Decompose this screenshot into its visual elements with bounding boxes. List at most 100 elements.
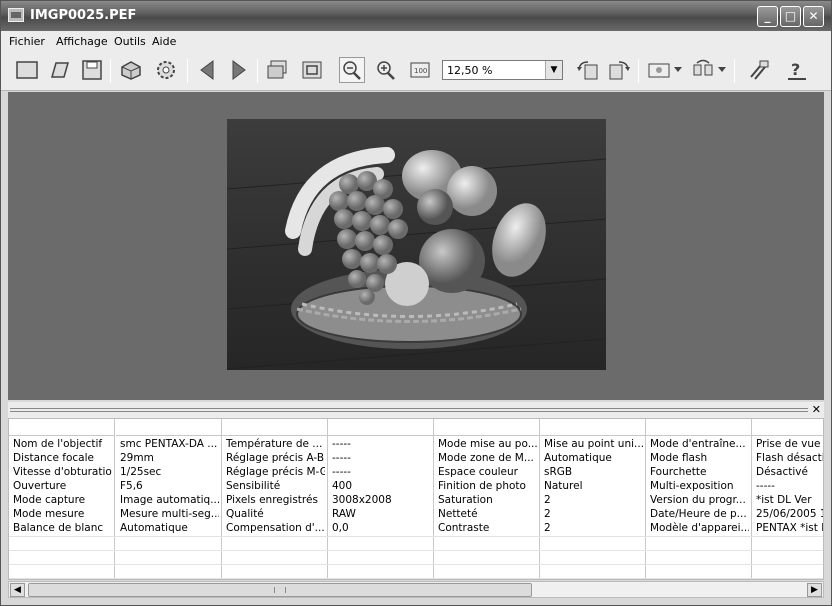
open-folder-icon[interactable] (14, 57, 40, 83)
info-label: Netteté (438, 508, 478, 520)
scroll-right-icon[interactable]: ▶ (807, 583, 822, 597)
convert-icon[interactable] (118, 57, 144, 83)
info-label: Réglage précis A-B (226, 452, 325, 464)
info-value: Prise de vue u (756, 438, 824, 450)
display-mode-icon[interactable] (646, 57, 672, 83)
next-arrow-icon[interactable] (226, 57, 252, 83)
info-label: Mode mesure (13, 508, 85, 520)
info-value: PENTAX *ist D (756, 522, 824, 534)
svg-text:?: ? (791, 60, 800, 79)
info-value: 2 (544, 508, 551, 520)
column-header[interactable] (9, 419, 114, 436)
info-label: Réglage précis M-G (226, 466, 325, 478)
info-label: Nom de l'objectif (13, 438, 103, 450)
info-value: 29mm (120, 452, 154, 464)
title-bar[interactable]: IMGP0025.PEF _ □ ✕ (1, 1, 831, 31)
transfer-dropdown-icon[interactable] (716, 57, 728, 83)
chevron-down-icon[interactable]: ▼ (545, 61, 562, 79)
minimize-button[interactable]: _ (757, 6, 778, 27)
menu-aide[interactable]: Aide (152, 35, 176, 48)
panel-splitter[interactable]: ✕ (8, 402, 824, 418)
info-value: 2 (544, 522, 551, 534)
menu-bar: Fichier Affichage Outils Aide (1, 31, 831, 51)
info-value: 2 (544, 494, 551, 506)
zoom-level-select[interactable]: 12,50 % ▼ (442, 60, 563, 80)
scrollbar-thumb[interactable] (28, 583, 532, 597)
info-label: Distance focale (13, 452, 94, 464)
image-preview-area[interactable] (8, 92, 824, 400)
column-header[interactable] (434, 419, 539, 436)
info-value: ----- (332, 452, 351, 464)
close-button[interactable]: ✕ (803, 6, 824, 27)
info-column: Mode mise au po... Mode zone de M... Espac… (434, 419, 540, 579)
edit-icon[interactable] (47, 57, 73, 83)
info-value: Flash désactiv (756, 452, 824, 464)
column-header[interactable] (116, 419, 221, 436)
info-label: Pixels enregistrés (226, 494, 318, 506)
rotate-left-icon[interactable] (575, 57, 601, 83)
info-value: sRGB (544, 466, 573, 478)
horizontal-scrollbar[interactable]: ◀ ▶ (8, 581, 824, 598)
info-value: Mise au point uni... (544, 438, 643, 450)
rotate-right-icon[interactable] (606, 57, 632, 83)
info-value: ----- (332, 466, 351, 478)
info-value: *ist DL Ver (756, 494, 812, 506)
info-label: Multi-exposition (650, 480, 734, 492)
column-header[interactable] (752, 419, 823, 436)
image-info-table[interactable]: Nom de l'objectif Distance focale Vitesse … (8, 418, 824, 580)
transfer-icon[interactable] (690, 57, 716, 83)
column-header[interactable] (646, 419, 751, 436)
info-value: smc PENTAX-DA ... (120, 438, 218, 450)
info-column: Température de ... Réglage précis A-B Régl… (222, 419, 328, 579)
empty-row-line (9, 550, 823, 551)
save-icon[interactable] (79, 57, 105, 83)
info-column: Prise de vue u Flash désactiv Désactivé ---… (752, 419, 824, 579)
previous-arrow-icon[interactable] (194, 57, 220, 83)
photo-fruit-basket[interactable] (227, 119, 606, 370)
info-value: Automatique (120, 522, 188, 534)
info-column: smc PENTAX-DA ... 29mm 1/25sec F5,6 Image au… (116, 419, 222, 579)
tools-icon[interactable] (746, 57, 772, 83)
maximize-button[interactable]: □ (780, 6, 801, 27)
info-value: Désactivé (756, 466, 808, 478)
info-label: Mode capture (13, 494, 86, 506)
fit-screen-icon[interactable] (299, 57, 325, 83)
info-value: Image automatiq... (120, 494, 219, 506)
info-value: 0,0 (332, 522, 349, 534)
empty-row-line (9, 578, 823, 579)
column-header[interactable] (540, 419, 645, 436)
actual-size-icon[interactable]: 100 (407, 57, 433, 83)
scroll-left-icon[interactable]: ◀ (10, 583, 25, 597)
column-header[interactable] (222, 419, 327, 436)
info-label: Qualité (226, 508, 264, 520)
info-label: Sensibilité (226, 480, 281, 492)
info-column: ----- ----- ----- 400 3008x2008 RAW 0,0 (328, 419, 434, 579)
zoom-out-icon[interactable] (339, 57, 365, 83)
info-label: Version du progr... (650, 494, 746, 506)
info-column: Mise au point uni... Automatique sRGB Natur… (540, 419, 646, 579)
info-label: Vitesse d'obturation (13, 466, 112, 478)
display-mode-dropdown-icon[interactable] (672, 57, 684, 83)
menu-fichier[interactable]: Fichier (9, 35, 45, 48)
info-value: Automatique (544, 452, 612, 464)
column-header[interactable] (328, 419, 433, 436)
copy-image-icon[interactable] (265, 57, 291, 83)
info-label: Contraste (438, 522, 490, 534)
empty-row-line (9, 536, 823, 537)
menu-affichage[interactable]: Affichage (56, 35, 108, 48)
info-value: ----- (756, 480, 775, 492)
empty-row-line (9, 564, 823, 565)
zoom-in-icon[interactable] (373, 57, 399, 83)
help-icon[interactable]: ? (784, 57, 810, 83)
info-label: Mode zone de M... (438, 452, 534, 464)
info-label: Fourchette (650, 466, 707, 478)
info-value: ----- (332, 438, 351, 450)
window-title: IMGP0025.PEF (30, 8, 137, 23)
close-panel-icon[interactable]: ✕ (812, 403, 821, 416)
info-value: 400 (332, 480, 353, 492)
menu-outils[interactable]: Outils (114, 35, 146, 48)
settings-gear-icon[interactable] (153, 57, 179, 83)
info-column: Nom de l'objectif Distance focale Vitesse … (9, 419, 115, 579)
toolbar: 100 12,50 % ▼ ? (1, 51, 831, 91)
app-icon (8, 8, 24, 22)
